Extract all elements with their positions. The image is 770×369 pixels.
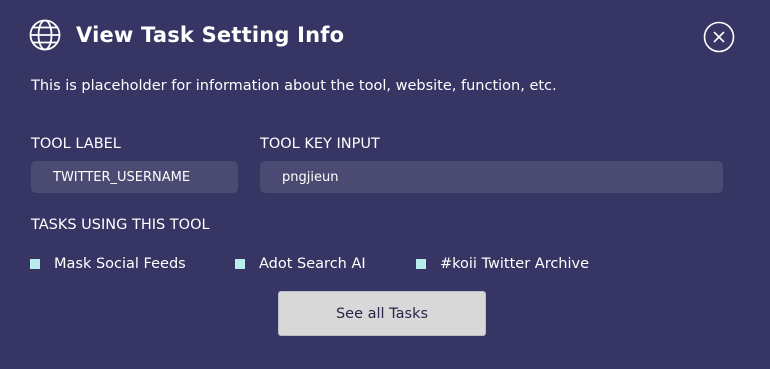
dialog-title: View Task Setting Info	[76, 23, 345, 47]
tool-key-input-heading: TOOL KEY INPUT	[260, 136, 380, 152]
tasks-heading: TASKS USING THIS TOOL	[31, 217, 210, 233]
close-button[interactable]	[703, 21, 735, 53]
see-all-tasks-button[interactable]: See all Tasks	[278, 291, 486, 336]
task-item-label: Adot Search AI	[259, 256, 366, 272]
dialog-header: View Task Setting Info	[28, 18, 344, 52]
close-icon	[703, 21, 735, 53]
task-item[interactable]: #koii Twitter Archive	[416, 256, 589, 272]
tool-label-heading: TOOL LABEL	[31, 136, 121, 152]
task-item-label: #koii Twitter Archive	[440, 256, 590, 272]
task-item[interactable]: Adot Search AI	[235, 256, 366, 272]
square-bullet-icon	[235, 259, 245, 269]
square-bullet-icon	[416, 259, 426, 269]
tool-key-input-field[interactable]: pngjieun	[260, 161, 723, 193]
globe-icon	[28, 18, 62, 52]
dialog-description: This is placeholder for information abou…	[31, 78, 557, 94]
square-bullet-icon	[30, 259, 40, 269]
task-item[interactable]: Mask Social Feeds	[30, 256, 186, 272]
task-setting-info-dialog: View Task Setting Info This is placehold…	[0, 0, 770, 369]
tool-label-field[interactable]: TWITTER_USERNAME	[31, 161, 238, 193]
task-item-label: Mask Social Feeds	[54, 256, 186, 272]
